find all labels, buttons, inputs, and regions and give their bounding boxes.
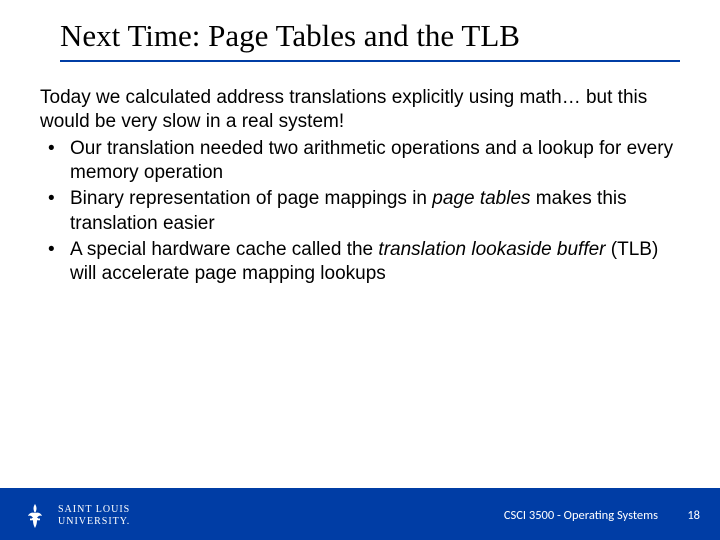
bullet-text: A special hardware cache called the <box>70 239 378 260</box>
list-item: Our translation needed two arithmetic op… <box>40 137 680 186</box>
logo-text: SAINT LOUIS UNIVERSITY. <box>58 504 130 528</box>
fleur-de-lis-icon <box>20 501 50 531</box>
footer: SAINT LOUIS UNIVERSITY. CSCI 3500 - Oper… <box>0 488 720 540</box>
page-number: 18 <box>682 508 700 523</box>
title-area: Next Time: Page Tables and the TLB <box>0 0 720 66</box>
list-item: A special hardware cache called the tran… <box>40 238 680 287</box>
bullet-italic: translation lookaside buffer <box>378 239 605 260</box>
content-area: Today we calculated address translations… <box>0 66 720 540</box>
logo-line2: UNIVERSITY. <box>58 516 130 528</box>
bullet-list: Our translation needed two arithmetic op… <box>40 137 680 287</box>
course-label: CSCI 3500 - Operating Systems <box>504 508 658 523</box>
slide-title: Next Time: Page Tables and the TLB <box>60 18 680 54</box>
intro-text: Today we calculated address translations… <box>40 86 680 135</box>
title-underline <box>60 60 680 62</box>
logo-line1: SAINT LOUIS <box>58 504 130 516</box>
list-item: Binary representation of page mappings i… <box>40 187 680 236</box>
bullet-italic: page tables <box>432 188 530 209</box>
footer-bar: SAINT LOUIS UNIVERSITY. CSCI 3500 - Oper… <box>0 491 720 540</box>
university-logo: SAINT LOUIS UNIVERSITY. <box>20 501 130 531</box>
slide: Next Time: Page Tables and the TLB Today… <box>0 0 720 540</box>
bullet-text: Binary representation of page mappings i… <box>70 188 432 209</box>
footer-right: CSCI 3500 - Operating Systems 18 <box>504 508 700 523</box>
bullet-text: Our translation needed two arithmetic op… <box>70 138 673 183</box>
